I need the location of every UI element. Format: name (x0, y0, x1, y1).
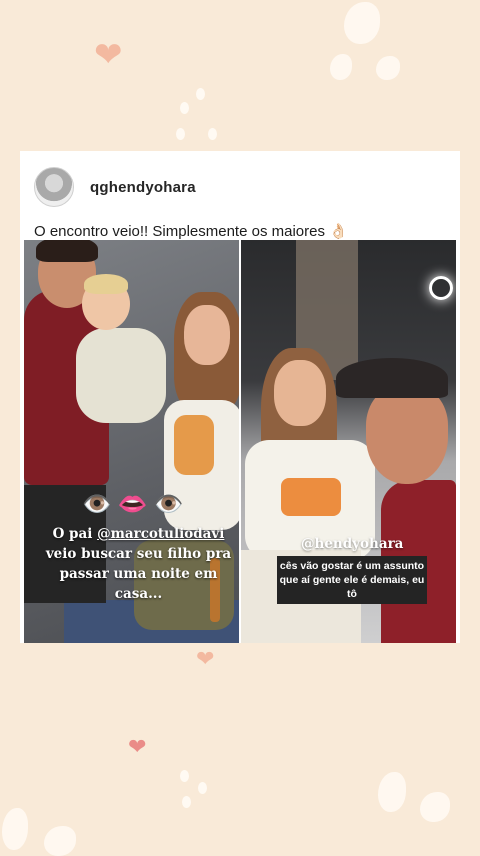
dot-decoration (180, 770, 189, 782)
dot-decoration (180, 102, 189, 114)
post-header: qghendyohara (34, 167, 196, 207)
story-caption-right: cês vão gostar é um assunto que aí gente… (277, 556, 427, 604)
shirt-print (174, 415, 214, 475)
man-hair (36, 240, 98, 262)
mention-link[interactable]: @hendyohara (301, 536, 403, 552)
ok-hand-icon: 👌🏻 (329, 223, 348, 240)
petal-decoration (376, 56, 400, 80)
avatar[interactable] (34, 167, 74, 207)
story-photo-right[interactable]: @hendyohara cês vão gostar é um assunto … (241, 240, 456, 643)
story-photo-left[interactable]: 👁️👄👁️ O pai @marcotuliodavi veio buscar … (24, 240, 239, 643)
dot-decoration (182, 796, 191, 808)
username[interactable]: qghendyohara (90, 179, 196, 196)
baby-figure (76, 328, 166, 423)
heart-icon: ❤ (128, 734, 147, 759)
dot-decoration (176, 128, 185, 140)
petal-decoration (44, 826, 76, 856)
story-text-suffix: veio buscar seu filho pra passar uma noi… (45, 546, 232, 602)
woman-face (274, 360, 326, 426)
lamp-light (429, 276, 453, 300)
woman-face (184, 305, 230, 365)
baby-hair (84, 274, 128, 294)
petal-decoration (344, 2, 380, 44)
shirt-print (281, 478, 341, 516)
dot-decoration (208, 128, 217, 140)
post-card: qghendyohara O encontro veio!! Simplesme… (20, 151, 460, 643)
petal-decoration (420, 792, 450, 822)
eyes-mouth-emoji: 👁️👄👁️ (82, 491, 190, 518)
petal-decoration (2, 808, 28, 850)
man-face (366, 386, 448, 484)
petal-decoration (378, 772, 406, 812)
post-caption: O encontro veio!! Simplesmente os maiore… (34, 222, 348, 240)
heart-icon: ❤ (196, 646, 215, 671)
dot-decoration (196, 88, 205, 100)
heart-icon: ❤ (94, 36, 123, 74)
caption-text: O encontro veio!! Simplesmente os maiore… (34, 223, 325, 240)
mention-link[interactable]: @marcotuliodavi (97, 526, 224, 542)
story-text-left: O pai @marcotuliodavi veio buscar seu fi… (36, 524, 239, 604)
petal-decoration (330, 54, 352, 80)
story-text-prefix: O pai (52, 526, 98, 542)
dot-decoration (198, 782, 207, 794)
cap-shape (336, 358, 448, 398)
